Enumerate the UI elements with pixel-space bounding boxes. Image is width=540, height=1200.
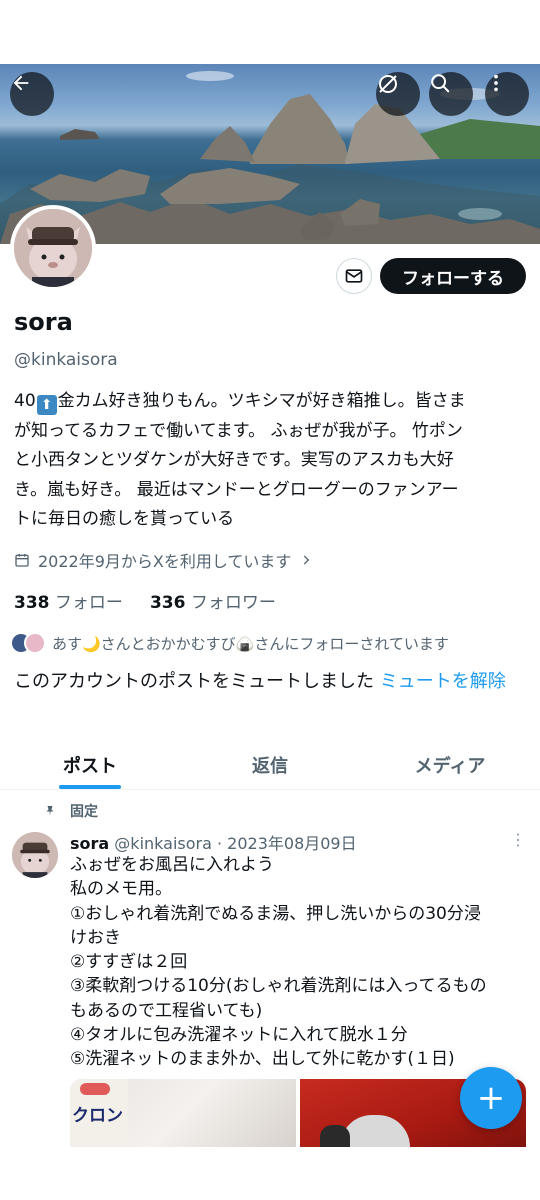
unmute-link[interactable]: ミュートを解除	[380, 671, 506, 692]
followers-link[interactable]: 336 フォロワー	[150, 593, 276, 613]
pin-icon	[46, 806, 54, 816]
compose-button[interactable]: +	[460, 1067, 522, 1129]
message-button[interactable]	[336, 258, 372, 294]
following-count: 338	[14, 593, 50, 613]
joined-text: 2022年9月からXを利用しています	[38, 552, 292, 571]
profile-name: sora	[14, 308, 73, 336]
post-more-icon[interactable]: ⋮	[510, 830, 526, 849]
profile-tabs: ポスト 返信 メディア	[0, 740, 540, 790]
following-link[interactable]: 338 フォロー	[14, 593, 123, 613]
bio-line-4: き。嵐も好き。 最近はマンドーとグローグーのファンアー	[14, 479, 459, 500]
bio-line-5: トに毎日の癒しを貰っている	[14, 509, 235, 529]
post-date[interactable]: 2023年08月09日	[227, 834, 356, 853]
more-vertical-icon	[494, 74, 498, 92]
avatar-image	[12, 832, 58, 878]
grok-icon	[379, 75, 397, 93]
bio-age: 40	[14, 391, 36, 411]
bottle-cap	[80, 1083, 110, 1095]
post-separator: ·	[216, 834, 223, 853]
bio-text: 金カム好き独りもん。ツキシマが好き箱推し。皆さま	[57, 391, 466, 411]
post-line: もあるので工程省いても)	[70, 1000, 263, 1021]
muted-text: このアカウントのポストをミュートしました	[14, 671, 374, 692]
followers-label: フォロワー	[190, 593, 276, 613]
tab-label: 返信	[252, 756, 288, 777]
post-author-handle[interactable]: @kinkaisora	[114, 834, 212, 853]
more-button[interactable]	[485, 72, 529, 116]
plush-hat	[320, 1125, 350, 1147]
search-button[interactable]	[429, 72, 473, 116]
post-author-avatar[interactable]	[12, 832, 58, 878]
follow-button[interactable]: フォローする	[380, 258, 526, 294]
back-button[interactable]	[10, 72, 54, 116]
pinned-label: 固定	[44, 801, 98, 821]
joined-date[interactable]: 2022年9月からXを利用しています	[14, 548, 313, 572]
post-line: ①おしゃれ着洗剤でぬるま湯、押し洗いからの30分浸	[70, 903, 481, 924]
profile-avatar[interactable]	[10, 205, 96, 291]
follow-stats: 338 フォロー 336 フォロワー	[14, 588, 276, 613]
back-arrow-icon	[13, 75, 29, 91]
post-line: ⑤洗濯ネットのまま外か、出して外に乾かす(１日)	[70, 1049, 455, 1070]
tab-label: メディア	[414, 756, 486, 777]
followed-by[interactable]: あす🌙さんとおかかむすび🍙さんにフォローされています	[10, 632, 449, 654]
muted-notice: このアカウントのポストをミュートしました ミュートを解除	[14, 667, 526, 696]
media-image-1[interactable]: クロン	[70, 1079, 296, 1147]
profile-handle: @kinkaisora	[14, 350, 118, 370]
tab-replies[interactable]: 返信	[180, 740, 360, 789]
pinned-text: 固定	[70, 804, 98, 820]
chevron-right-icon	[304, 555, 310, 565]
post-line: 私のメモ用。	[70, 879, 172, 900]
bottle-label: クロン	[72, 1106, 123, 1126]
post-line: ②すすぎは２回	[70, 952, 188, 973]
following-label: フォロー	[54, 593, 123, 613]
followers-count: 336	[149, 593, 186, 613]
post-media[interactable]: クロン	[70, 1079, 526, 1147]
bio-line-2: が知ってるカフェで働いてます。 ふぉぜが我が子。 竹ポン	[14, 420, 463, 441]
followed-by-text: あす🌙さんとおかかむすび🍙さんにフォローされています	[52, 634, 449, 653]
tab-media[interactable]: メディア	[360, 740, 540, 789]
avatar-image	[14, 209, 92, 287]
mail-icon	[345, 269, 363, 283]
post-line: ③柔軟剤つける10分(おしゃれ着洗剤には入ってるもの	[70, 976, 487, 997]
active-tab-indicator	[59, 785, 121, 789]
plush-toy	[340, 1115, 410, 1147]
calendar-icon	[15, 554, 29, 567]
post-line: ふぉぜをお風呂に入れよう	[70, 855, 274, 875]
post-header: sora @kinkaisora · 2023年08月09日	[70, 830, 357, 854]
bio-line-1: 40 ⬆ 金カム好き独りもん。ツキシマが好き箱推し。皆さま	[14, 387, 526, 417]
tab-label: ポスト	[63, 756, 117, 777]
search-icon	[431, 74, 450, 93]
post-line: けおき	[70, 927, 121, 948]
up-arrow-emoji: ⬆	[36, 395, 57, 415]
post-author-name[interactable]: sora	[70, 834, 109, 853]
post-line: ④タオルに包み洗濯ネットに入れて脱水１分	[70, 1025, 408, 1046]
follower-avatar	[24, 632, 46, 654]
grok-button[interactable]	[376, 72, 420, 116]
bio-line-3: と小西タンとツダケンが大好きです。実写のアスカも大好	[14, 450, 454, 470]
profile-bio: 40 ⬆ 金カム好き独りもん。ツキシマが好き箱推し。皆さま が知ってるカフェで働いて…	[14, 387, 526, 535]
post-text[interactable]: ふぉぜをお風呂に入れよう 私のメモ用。 ①おしゃれ着洗剤でぬるま湯、押し洗いから…	[70, 853, 526, 1072]
detergent-bottle: クロン	[70, 1079, 128, 1147]
tab-posts[interactable]: ポスト	[0, 740, 180, 789]
